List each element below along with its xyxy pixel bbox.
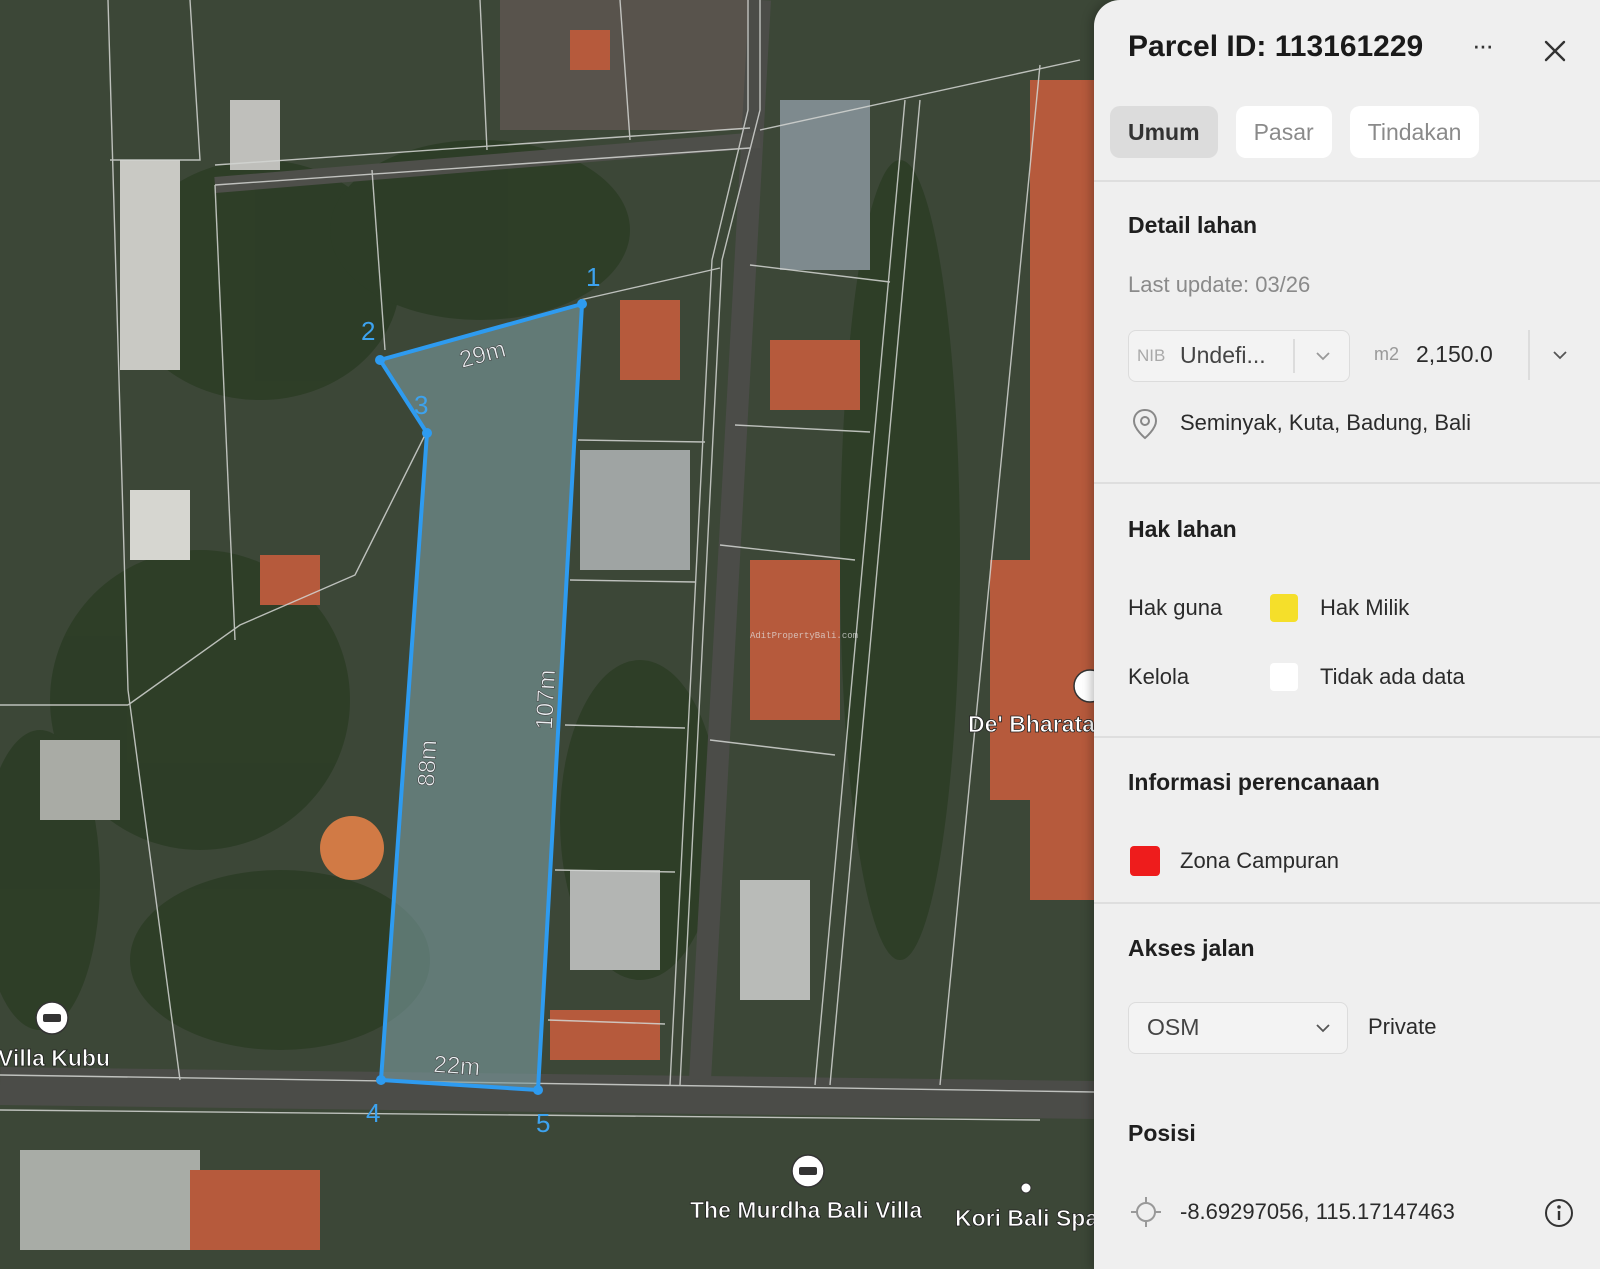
area-value: 2,150.0 — [1416, 341, 1493, 367]
select-divider — [1293, 339, 1295, 373]
kelola-swatch — [1270, 663, 1298, 691]
rights-label-kelola: Kelola — [1128, 664, 1190, 689]
access-value: Private — [1368, 1014, 1437, 1039]
vertex-label: 1 — [586, 262, 600, 292]
info-icon[interactable] — [1544, 1198, 1574, 1228]
watermark: AditPropertyBali.com — [750, 631, 858, 641]
place-label[interactable]: De' Bharata — [968, 711, 1096, 738]
bed-icon[interactable] — [35, 1001, 69, 1035]
coordinates-text: -8.69297056, 115.17147463 — [1180, 1199, 1455, 1224]
vertex-label: 3 — [414, 390, 428, 420]
access-source-value: OSM — [1147, 1014, 1200, 1040]
chevron-down-icon[interactable] — [1552, 350, 1568, 360]
location-pin-icon — [1132, 408, 1158, 440]
edge-length-label: 88m — [413, 739, 442, 787]
nib-value: Undefi... — [1180, 342, 1266, 368]
hak-milik-swatch — [1270, 594, 1298, 622]
rights-value-kelola: Tidak ada data — [1320, 664, 1465, 689]
more-options-button[interactable]: ··· — [1462, 30, 1502, 70]
location-text: Seminyak, Kuta, Badung, Bali — [1180, 410, 1472, 435]
divider — [1094, 180, 1600, 182]
edge-length-label: 22m — [433, 1051, 481, 1081]
divider — [1094, 902, 1600, 904]
area-field[interactable]: m2 2,150.0 — [1366, 330, 1586, 380]
tab-bar: Umum Pasar Tindakan — [1110, 106, 1480, 158]
tab-umum[interactable]: Umum — [1110, 106, 1218, 158]
section-title-rights: Hak lahan — [1128, 516, 1237, 542]
rights-label-hak-guna: Hak guna — [1128, 595, 1223, 620]
chevron-down-icon — [1316, 352, 1330, 361]
panel-title: Parcel ID: 113161229 — [1128, 30, 1424, 63]
last-update-text: Last update: 03/26 — [1128, 272, 1311, 297]
zone-label: Zona Campuran — [1180, 848, 1339, 873]
divider — [1094, 482, 1600, 484]
close-icon[interactable] — [1538, 34, 1572, 68]
divider — [1094, 736, 1600, 738]
nib-prefix: NIB — [1137, 346, 1166, 365]
place-label[interactable]: Villa Kubu — [0, 1045, 110, 1072]
vertex-label: 5 — [536, 1108, 550, 1138]
vertex-label: 4 — [366, 1098, 380, 1128]
crosshair-icon — [1131, 1197, 1161, 1227]
place-label[interactable]: The Murdha Bali Villa — [690, 1197, 923, 1224]
poi-dot-icon[interactable] — [1020, 1182, 1032, 1194]
section-title-planning: Informasi perencanaan — [1128, 769, 1380, 795]
field-divider — [1528, 330, 1530, 380]
area-unit: m2 — [1374, 344, 1400, 364]
section-title-detail: Detail lahan — [1128, 212, 1258, 238]
parcel-info-panel: Parcel ID: 113161229 ··· Umum Pasar Tind… — [1094, 0, 1600, 1269]
vertex-label: 2 — [361, 316, 375, 346]
rights-value-hak-guna: Hak Milik — [1320, 595, 1410, 620]
place-label[interactable]: Kori Bali Spa — [955, 1205, 1099, 1232]
section-title-position: Posisi — [1128, 1120, 1196, 1146]
section-title-access: Akses jalan — [1128, 935, 1255, 961]
tab-pasar[interactable]: Pasar — [1235, 106, 1332, 158]
access-source-select[interactable]: OSM — [1128, 1002, 1348, 1054]
tab-tindakan[interactable]: Tindakan — [1349, 106, 1480, 158]
bed-icon[interactable] — [791, 1154, 825, 1188]
edge-length-label: 107m — [531, 669, 561, 730]
zone-swatch — [1130, 846, 1160, 876]
nib-select[interactable]: NIB Undefi... — [1128, 330, 1350, 382]
chevron-down-icon — [1316, 1024, 1330, 1033]
